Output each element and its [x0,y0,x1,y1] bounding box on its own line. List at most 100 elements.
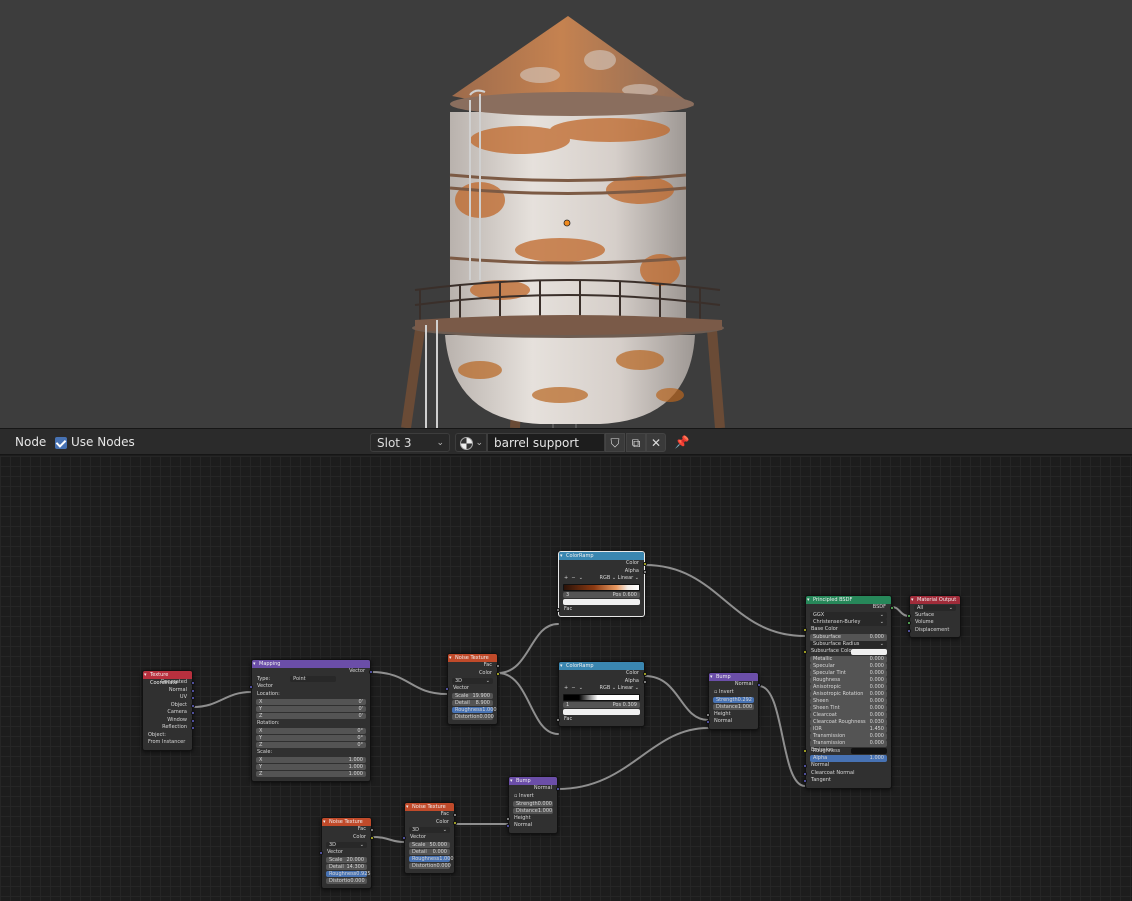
node-noise-texture[interactable]: Noise Texture Fac Color 3D⌄ Vector Scale… [319,817,374,889]
metallic-field[interactable]: Metallic 0.000 [810,656,887,663]
distortion-field[interactable]: Distortion 0.000 [409,862,451,869]
detail-field[interactable]: Detail 8.900 [452,699,493,706]
distance-field[interactable]: Distance 1.000 [713,703,754,710]
node-editor-canvas[interactable]: Texture Coordinate Generated Normal UV O… [0,456,1132,901]
transmission-field[interactable]: Transmission 0.000 [810,733,887,740]
node-noise-texture[interactable]: Noise Texture Fac Color 3D⌄ Vector Scale… [402,802,457,874]
transmission-roughness-field[interactable]: Transmission Roughness 0.000 [810,740,887,754]
pin-icon[interactable]: 📌 [672,433,692,452]
dimension-select[interactable]: 3D ⌄ [452,677,493,684]
socket-normal-out[interactable]: Normal [509,785,560,793]
node-noise-texture[interactable]: Noise Texture Fac Color 3D⌄ Vector Scale… [445,653,500,725]
socket-color-out[interactable]: Color [405,819,457,827]
ramp-stop-position[interactable]: 1 Pos 0.309 [563,701,640,708]
location-x[interactable]: X 0' [256,698,366,705]
clearcoat-field[interactable]: Clearcoat 0.000 [810,712,887,719]
socket-height-in[interactable]: Height [506,815,557,823]
material-name-field[interactable]: barrel support [487,433,605,452]
clearcoat-roughness-field[interactable]: Clearcoat Roughness 0.030 [810,719,887,726]
node-menu[interactable]: Node [15,433,46,452]
socket-vector-out[interactable]: Vector [252,668,373,676]
scale-x[interactable]: X 1.000 [256,756,366,763]
socket-fac-out[interactable]: Fac [322,826,374,834]
socket-vector-in[interactable]: Vector [249,683,370,691]
ramp-stop-color[interactable] [563,708,640,715]
socket-displacement-in[interactable]: Displacement [907,627,960,635]
distance-field[interactable]: Distance 1.000 [513,807,553,814]
anisotropic-field[interactable]: Anisotropic 0.000 [810,684,887,691]
socket-alpha-out[interactable]: Alpha [559,678,647,686]
socket-surface-in[interactable]: Surface [907,612,960,620]
scale-field[interactable]: Scale 19.900 [452,692,493,699]
node-color-ramp[interactable]: ColorRamp Color Alpha + − ⌄RGB ⌄ Linear … [556,661,647,727]
sheen-tint-field[interactable]: Sheen Tint 0.000 [810,705,887,712]
socket-normal-in[interactable]: Normal [706,718,758,726]
ramp-toolbar[interactable]: + − ⌄ RGB ⌄ Linear ⌄ [559,685,644,693]
node-mapping[interactable]: Mapping Vector Type:Point Vector Locatio… [249,659,373,782]
socket-reflection[interactable]: Reflection [143,724,195,732]
subsurface-method-select[interactable]: Christensen-Burley ⌄ [810,619,887,626]
specular-field[interactable]: Specular 0.000 [810,663,887,670]
ramp-stop-color[interactable] [563,598,640,605]
strength-field[interactable]: Strength 0.000 [513,800,553,807]
socket-vector-in[interactable]: Vector [319,849,371,857]
detail-field[interactable]: Detail 0.000 [409,848,450,855]
socket-fac-out[interactable]: Fac [448,662,500,670]
socket-normal-in[interactable]: Normal [803,762,891,770]
rotation-x[interactable]: X 0° [256,727,366,734]
distortion-field[interactable]: Distortion 0.000 [452,713,494,720]
ior-field[interactable]: IOR 1.450 [810,726,887,733]
location-z[interactable]: Z 0' [256,712,366,719]
copy-icon[interactable]: ⧉ [626,433,646,452]
color-ramp-gradient[interactable] [563,693,640,701]
node-principled-bsdf[interactable]: Principled BSDF BSDF GGX⌄ Christensen-Bu… [803,595,894,789]
sheen-field[interactable]: Sheen 0.000 [810,698,887,705]
use-nodes-toggle[interactable]: Use Nodes [55,433,135,452]
roughness-field[interactable]: Roughness 1.000 [452,706,497,713]
mapping-type[interactable]: Type: Point [252,675,370,684]
socket-color-out[interactable]: Color [559,560,647,568]
socket-color-out[interactable]: Color [322,834,374,842]
3d-viewport[interactable] [0,0,1132,428]
material-slot-select[interactable]: Slot 3 ⌄ [370,433,450,452]
socket-color-out[interactable]: Color [448,670,500,678]
detail-field[interactable]: Detail 14.300 [326,863,367,870]
rotation-y[interactable]: Y 0° [256,734,366,741]
scale-field[interactable]: Scale 50.000 [409,841,450,848]
node-bump[interactable]: Bump Normal ▫ Invert Strength0.000 Dista… [506,776,560,834]
strength-field[interactable]: Strength 0.292 [713,696,754,703]
socket-clearcoat-normal-in[interactable]: Clearcoat Normal [803,770,891,778]
location-y[interactable]: Y 0' [256,705,366,712]
node-texture-coordinate[interactable]: Texture Coordinate Generated Normal UV O… [142,670,195,751]
socket-fac-in[interactable]: Fac [556,606,644,614]
socket-tangent-in[interactable]: Tangent [803,777,891,785]
socket-fac-out[interactable]: Fac [405,811,457,819]
browse-material-button[interactable]: ⌄ [455,433,487,452]
socket-normal[interactable]: Normal [143,687,195,695]
scale-z[interactable]: Z 1.000 [256,770,366,777]
object-picker[interactable]: Object: [143,732,192,740]
node-material-output[interactable]: Material Output All⌄ Surface Volume Disp… [907,595,961,638]
roughness-field[interactable]: Roughness 0.000 [810,677,887,684]
socket-window[interactable]: Window [143,717,195,725]
socket-bsdf-out[interactable]: BSDF [806,604,894,612]
ramp-stop-position[interactable]: 3 Pos 0.600 [563,591,640,598]
scale-y[interactable]: Y 1.000 [256,763,366,770]
roughness-field[interactable]: Roughness 1.000 [409,855,454,862]
socket-normal-out[interactable]: Normal [709,681,761,689]
socket-fac-in[interactable]: Fac [556,716,644,724]
socket-alpha-out[interactable]: Alpha [559,568,647,576]
socket-camera[interactable]: Camera [143,709,195,717]
subsurface-radius-field[interactable]: Subsurface Radius ⌄ [810,641,887,648]
socket-volume-in[interactable]: Volume [907,619,960,627]
subsurface-field[interactable]: Subsurface 0.000 [810,634,887,641]
from-instancer-checkbox[interactable]: From Instancer [143,739,192,747]
color-ramp-gradient[interactable] [563,583,640,591]
socket-normal-in[interactable]: Normal [506,822,557,830]
socket-generated[interactable]: Generated [143,679,195,687]
close-icon[interactable]: ✕ [646,433,666,452]
socket-vector-in[interactable]: Vector [445,685,497,693]
socket-vector-in[interactable]: Vector [402,834,454,842]
specular-tint-field[interactable]: Specular Tint 0.000 [810,670,887,677]
socket-color-out[interactable]: Color [559,670,647,678]
